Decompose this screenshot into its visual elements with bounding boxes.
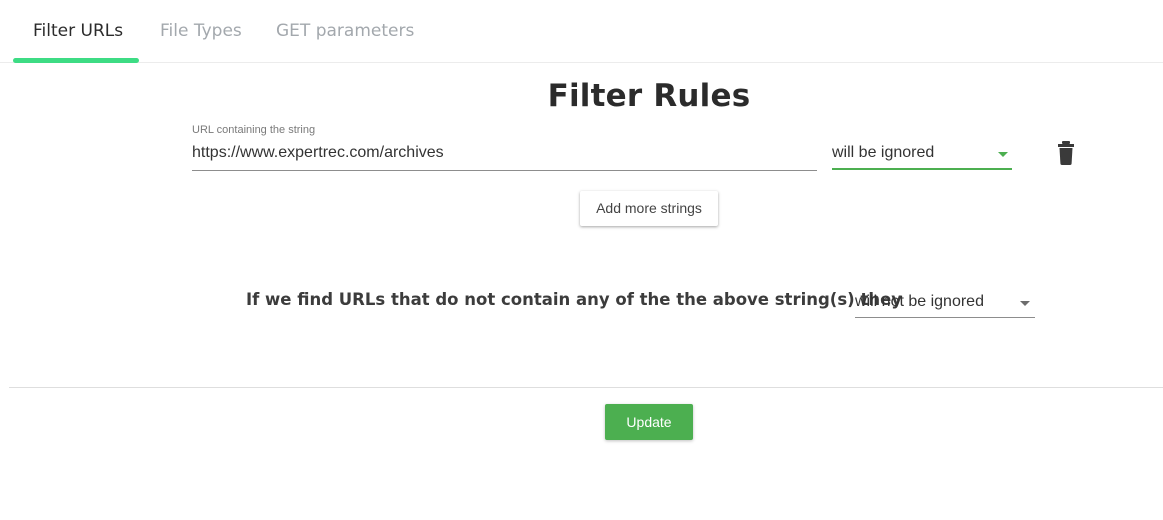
fallback-action-value: will not be ignored <box>855 293 984 310</box>
tab-file-types[interactable]: File Types <box>160 0 242 62</box>
tab-filter-urls[interactable]: Filter URLs <box>33 0 123 62</box>
ignore-action-value: will be ignored <box>832 144 935 161</box>
tab-get-parameters[interactable]: GET parameters <box>276 0 414 62</box>
dropdown-arrow-icon <box>1020 301 1030 306</box>
url-string-field-label: URL containing the string <box>192 124 316 136</box>
active-tab-indicator <box>13 58 139 63</box>
section-divider <box>9 387 1163 388</box>
trash-icon-graphic <box>1058 141 1074 165</box>
url-string-field[interactable]: URL containing the string https://www.ex… <box>192 124 817 171</box>
add-more-strings-button[interactable]: Add more strings <box>580 191 718 226</box>
fallback-action-select[interactable]: will not be ignored <box>855 289 1035 318</box>
dropdown-arrow-icon <box>998 152 1008 157</box>
trash-icon[interactable] <box>1056 141 1076 165</box>
ignore-action-select[interactable]: will be ignored <box>832 140 1012 170</box>
tab-bar: Filter URLs File Types GET parameters <box>0 0 1163 63</box>
update-button[interactable]: Update <box>605 404 693 440</box>
page-title: Filter Rules <box>547 78 751 114</box>
url-string-input[interactable]: https://www.expertrec.com/archives <box>192 144 444 162</box>
fallback-question-text: If we find URLs that do not contain any … <box>246 290 903 309</box>
